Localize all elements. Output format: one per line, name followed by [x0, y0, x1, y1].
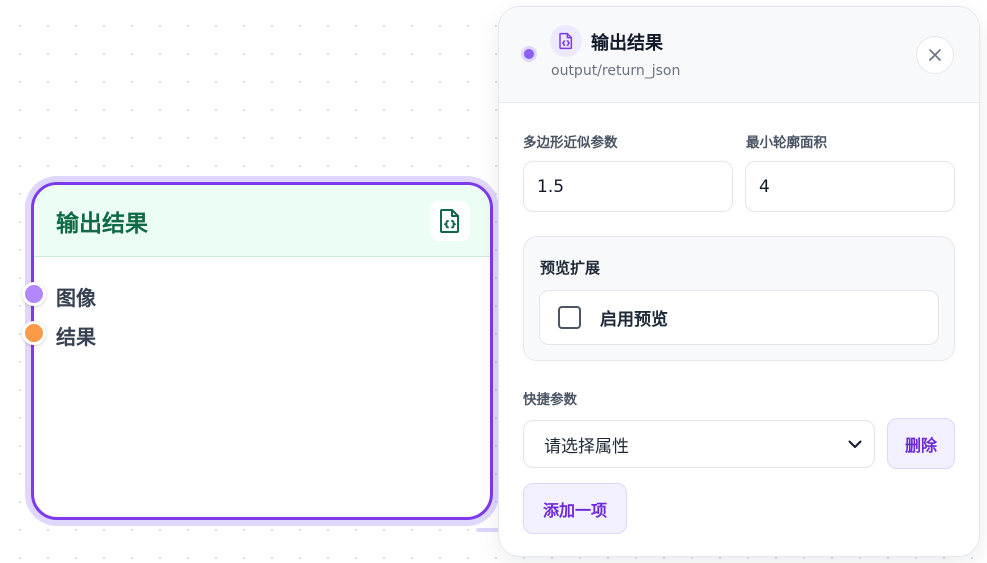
- node-input-image: 图像: [56, 283, 96, 310]
- properties-panel: 输出结果 output/return_json 多边形近似参数 最小轮廓面积 预…: [498, 6, 980, 557]
- input-port-result-handle[interactable]: [22, 321, 46, 345]
- node-input-label: 图像: [56, 285, 96, 310]
- panel-title: 输出结果: [591, 33, 663, 54]
- epsilon-input[interactable]: [523, 161, 733, 212]
- node-input-label: 结果: [56, 324, 96, 349]
- enable-preview-checkbox[interactable]: [558, 306, 581, 329]
- status-dot: [521, 46, 537, 62]
- epsilon-label: 多边形近似参数: [523, 135, 618, 151]
- panel-subtitle: output/return_json: [551, 63, 681, 79]
- delete-button[interactable]: 删除: [887, 418, 955, 469]
- file-code-icon: [430, 200, 470, 241]
- attribute-select-value: 请选择属性: [544, 436, 629, 457]
- node-title: 输出结果: [56, 210, 148, 237]
- file-code-icon: [550, 25, 582, 57]
- enable-preview-toggle[interactable]: 启用预览: [539, 290, 939, 345]
- input-port-image-handle[interactable]: [22, 282, 46, 306]
- output-node[interactable]: 输出结果 图像 结果: [31, 182, 493, 520]
- close-button[interactable]: [916, 36, 954, 74]
- attribute-select[interactable]: 请选择属性: [523, 420, 875, 468]
- min-area-label: 最小轮廓面积: [746, 135, 827, 151]
- chevron-down-icon: [848, 440, 862, 448]
- panel-header: 输出结果 output/return_json: [499, 7, 979, 103]
- add-item-button[interactable]: 添加一项: [523, 483, 627, 534]
- close-icon: [929, 49, 941, 61]
- node-header[interactable]: 输出结果: [34, 185, 490, 257]
- preview-group-title: 预览扩展: [540, 259, 601, 277]
- node-input-result: 结果: [56, 322, 96, 349]
- quick-params-label: 快捷参数: [523, 392, 577, 408]
- min-area-input[interactable]: [745, 161, 955, 212]
- preview-group: 预览扩展 启用预览: [523, 236, 955, 361]
- enable-preview-label: 启用预览: [600, 310, 668, 330]
